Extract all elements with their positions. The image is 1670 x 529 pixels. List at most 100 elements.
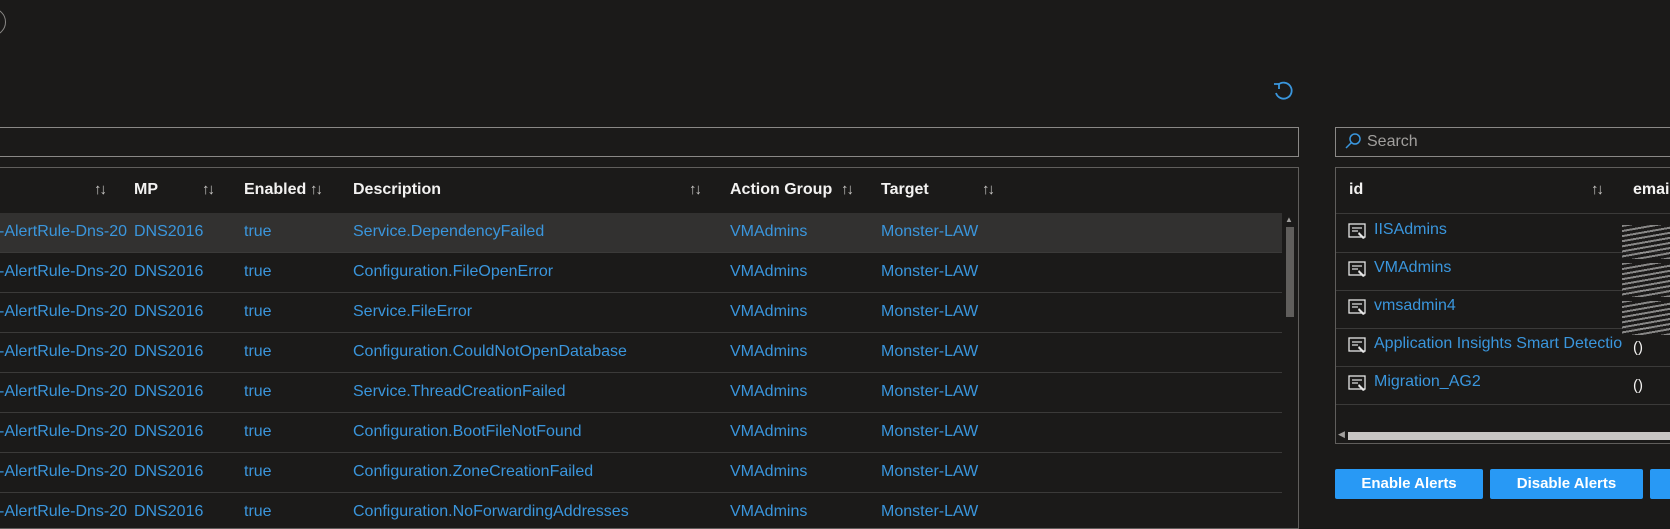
table-row[interactable]: -AlertRule-Dns-20 DNS2016 true Configuratio… (0, 333, 1282, 373)
redacted-email (1622, 263, 1670, 297)
action-group-icon (1348, 299, 1367, 316)
rule-name-cell[interactable]: -AlertRule-Dns-20 (0, 223, 127, 241)
rule-name-cell[interactable]: -AlertRule-Dns-20 (0, 383, 127, 401)
target-cell[interactable]: Monster-LAW (881, 343, 978, 361)
action-group-id[interactable]: Migration_AG2 (1374, 373, 1481, 391)
action-group-cell[interactable]: VMAdmins (730, 303, 807, 321)
enabled-cell[interactable]: true (244, 423, 272, 441)
action-group-icon (1348, 375, 1367, 392)
table-row[interactable]: -AlertRule-Dns-20 DNS2016 true Configuratio… (0, 453, 1282, 493)
table-row[interactable]: -AlertRule-Dns-20 DNS2016 true Service.Thre… (0, 373, 1282, 413)
action-groups-grid: id ↑↓ email IISAdmins VMAdmins vmsadmin4 Ap… (1335, 167, 1670, 444)
mp-cell[interactable]: DNS2016 (134, 423, 203, 441)
rule-name-cell[interactable]: -AlertRule-Dns-20 (0, 343, 127, 361)
sort-icon[interactable]: ↑↓ (1591, 181, 1604, 198)
list-item[interactable]: Application Insights Smart Detectio () (1336, 327, 1670, 367)
sort-icon[interactable]: ↑↓ (841, 181, 854, 198)
mp-cell[interactable]: DNS2016 (134, 263, 203, 281)
description-cell[interactable]: Configuration.NoForwardingAddresses (353, 503, 629, 521)
additional-button[interactable] (1650, 469, 1670, 499)
refresh-icon[interactable] (1272, 80, 1294, 102)
mp-cell[interactable]: DNS2016 (134, 383, 203, 401)
description-cell[interactable]: Configuration.FileOpenError (353, 263, 553, 281)
target-cell[interactable]: Monster-LAW (881, 503, 978, 521)
disable-alerts-button[interactable]: Disable Alerts (1490, 469, 1643, 499)
list-item[interactable]: vmsadmin4 (1336, 289, 1670, 329)
rule-name-cell[interactable]: -AlertRule-Dns-20 (0, 303, 127, 321)
rule-name-cell[interactable]: -AlertRule-Dns-20 (0, 503, 127, 521)
description-cell[interactable]: Configuration.ZoneCreationFailed (353, 463, 593, 481)
list-item[interactable]: Migration_AG2 () (1336, 365, 1670, 405)
column-header-target[interactable]: Target (881, 181, 929, 199)
enable-alerts-button[interactable]: Enable Alerts (1335, 469, 1483, 499)
table-row[interactable]: -AlertRule-Dns-20 DNS2016 true Configuratio… (0, 253, 1282, 293)
search-box[interactable]: Search (1335, 127, 1670, 157)
sort-icon[interactable]: ↑↓ (202, 181, 215, 198)
table-row[interactable]: -AlertRule-Dns-20 DNS2016 true Service.Depe… (0, 213, 1282, 253)
top-circle-button[interactable] (0, 8, 6, 36)
description-cell[interactable]: Configuration.CouldNotOpenDatabase (353, 343, 627, 361)
description-cell[interactable]: Service.DependencyFailed (353, 223, 544, 241)
action-group-cell[interactable]: VMAdmins (730, 383, 807, 401)
sort-icon[interactable]: ↑↓ (982, 181, 995, 198)
filter-input[interactable] (0, 127, 1299, 157)
sort-icon[interactable]: ↑↓ (310, 181, 323, 198)
target-cell[interactable]: Monster-LAW (881, 383, 978, 401)
action-group-cell[interactable]: VMAdmins (730, 423, 807, 441)
sort-icon[interactable]: ↑↓ (689, 181, 702, 198)
action-group-id[interactable]: VMAdmins (1374, 259, 1451, 277)
target-cell[interactable]: Monster-LAW (881, 423, 978, 441)
mp-cell[interactable]: DNS2016 (134, 223, 203, 241)
scroll-left-icon[interactable]: ◀ (1338, 429, 1345, 440)
column-header-action-group[interactable]: Action Group (730, 181, 832, 199)
action-group-cell[interactable]: VMAdmins (730, 503, 807, 521)
table-row[interactable]: -AlertRule-Dns-20 DNS2016 true Configuratio… (0, 493, 1282, 528)
rule-name-cell[interactable]: -AlertRule-Dns-20 (0, 463, 127, 481)
enabled-cell[interactable]: true (244, 463, 272, 481)
enabled-cell[interactable]: true (244, 383, 272, 401)
action-groups-header: id ↑↓ email (1336, 168, 1670, 214)
description-cell[interactable]: Configuration.BootFileNotFound (353, 423, 582, 441)
action-group-id[interactable]: Application Insights Smart Detectio (1374, 335, 1622, 353)
mp-cell[interactable]: DNS2016 (134, 503, 203, 521)
action-group-icon (1348, 223, 1367, 240)
target-cell[interactable]: Monster-LAW (881, 463, 978, 481)
column-header-enabled[interactable]: Enabled (244, 181, 306, 199)
vertical-scrollbar[interactable]: ▲ (1282, 213, 1298, 528)
action-group-id[interactable]: vmsadmin4 (1374, 297, 1456, 315)
enabled-cell[interactable]: true (244, 223, 272, 241)
mp-cell[interactable]: DNS2016 (134, 303, 203, 321)
action-group-cell[interactable]: VMAdmins (730, 463, 807, 481)
horizontal-scrollbar[interactable]: ◀ (1336, 429, 1670, 443)
column-header-id[interactable]: id (1349, 181, 1363, 199)
description-cell[interactable]: Service.ThreadCreationFailed (353, 383, 566, 401)
enabled-cell[interactable]: true (244, 263, 272, 281)
target-cell[interactable]: Monster-LAW (881, 223, 978, 241)
sort-icon[interactable]: ↑↓ (94, 181, 107, 198)
action-group-id[interactable]: IISAdmins (1374, 221, 1447, 239)
description-cell[interactable]: Service.FileError (353, 303, 472, 321)
action-group-cell[interactable]: VMAdmins (730, 263, 807, 281)
column-header-description[interactable]: Description (353, 181, 441, 199)
action-group-cell[interactable]: VMAdmins (730, 223, 807, 241)
mp-cell[interactable]: DNS2016 (134, 343, 203, 361)
enabled-cell[interactable]: true (244, 343, 272, 361)
list-item[interactable]: IISAdmins (1336, 213, 1670, 253)
rule-name-cell[interactable]: -AlertRule-Dns-20 (0, 263, 127, 281)
scrollbar-thumb[interactable] (1286, 227, 1294, 317)
redacted-email (1622, 225, 1670, 259)
action-group-cell[interactable]: VMAdmins (730, 343, 807, 361)
target-cell[interactable]: Monster-LAW (881, 263, 978, 281)
column-header-email[interactable]: email (1633, 181, 1670, 199)
table-row[interactable]: -AlertRule-Dns-20 DNS2016 true Service.File… (0, 293, 1282, 333)
column-header-mp[interactable]: MP (134, 181, 158, 199)
table-row[interactable]: -AlertRule-Dns-20 DNS2016 true Configuratio… (0, 413, 1282, 453)
scroll-up-icon[interactable]: ▲ (1285, 215, 1293, 224)
enabled-cell[interactable]: true (244, 503, 272, 521)
enabled-cell[interactable]: true (244, 303, 272, 321)
target-cell[interactable]: Monster-LAW (881, 303, 978, 321)
list-item[interactable]: VMAdmins (1336, 251, 1670, 291)
mp-cell[interactable]: DNS2016 (134, 463, 203, 481)
rule-name-cell[interactable]: -AlertRule-Dns-20 (0, 423, 127, 441)
scrollbar-thumb[interactable] (1348, 432, 1670, 440)
